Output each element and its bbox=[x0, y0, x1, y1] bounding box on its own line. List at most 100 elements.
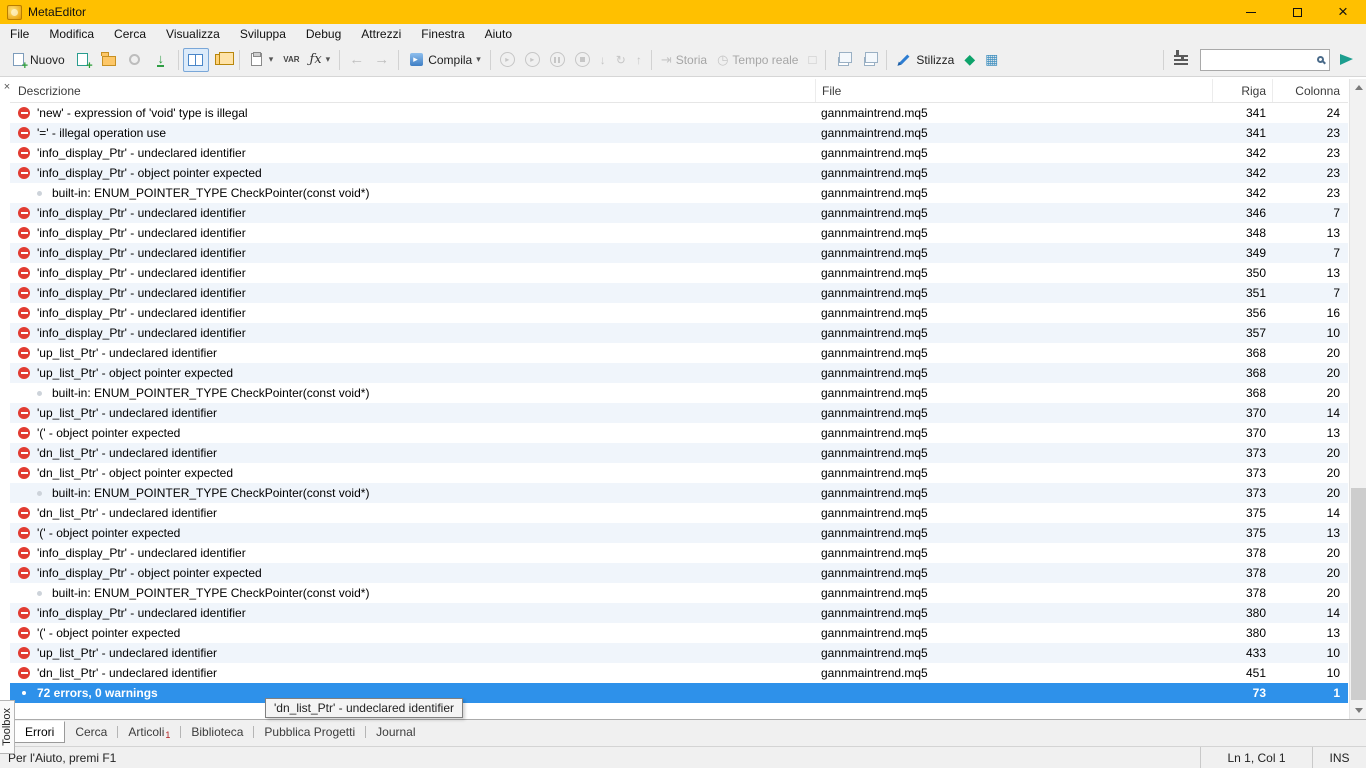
history-button[interactable]: ⇥ Storia bbox=[656, 48, 712, 72]
calculator-button[interactable]: ▦ bbox=[980, 48, 1003, 72]
minimize-button[interactable] bbox=[1228, 0, 1274, 24]
error-row[interactable]: 'info_display_Ptr' - undeclared identifi… bbox=[10, 143, 1348, 163]
error-row[interactable]: 'info_display_Ptr' - object pointer expe… bbox=[10, 563, 1348, 583]
menu-item-modifica[interactable]: Modifica bbox=[39, 24, 104, 43]
copy-chart-button[interactable] bbox=[830, 48, 856, 72]
error-row[interactable]: 'dn_list_Ptr' - undeclared identifier ga… bbox=[10, 443, 1348, 463]
settings-button[interactable] bbox=[1168, 48, 1194, 72]
mql5-community-button[interactable]: ◆ bbox=[959, 48, 980, 72]
error-row[interactable]: 'dn_list_Ptr' - object pointer expected … bbox=[10, 463, 1348, 483]
tab-cerca[interactable]: Cerca bbox=[65, 722, 117, 742]
error-table-body: 'new' - expression of 'void' type is ill… bbox=[10, 103, 1348, 703]
debug-pause-button[interactable] bbox=[545, 48, 570, 72]
menu-item-finestra[interactable]: Finestra bbox=[411, 24, 474, 43]
new-window-button[interactable] bbox=[70, 48, 96, 72]
error-row[interactable]: built-in: ENUM_POINTER_TYPE CheckPointer… bbox=[10, 383, 1348, 403]
error-row[interactable]: 'dn_list_Ptr' - undeclared identifier ga… bbox=[10, 663, 1348, 683]
error-row[interactable]: 'up_list_Ptr' - undeclared identifier ga… bbox=[10, 643, 1348, 663]
search-input[interactable] bbox=[1206, 52, 1317, 67]
error-row[interactable]: built-in: ENUM_POINTER_TYPE CheckPointer… bbox=[10, 483, 1348, 503]
error-row[interactable]: 'up_list_Ptr' - undeclared identifier ga… bbox=[10, 403, 1348, 423]
menu-item-debug[interactable]: Debug bbox=[296, 24, 351, 43]
step-into-button[interactable]: ↓ bbox=[595, 48, 611, 72]
menu-item-attrezzi[interactable]: Attrezzi bbox=[351, 24, 411, 43]
snippets-button[interactable]: ▾ bbox=[244, 48, 279, 72]
error-row[interactable]: 72 errors, 0 warnings 73 1 bbox=[10, 683, 1348, 703]
tab-articoli[interactable]: Articoli 1 bbox=[118, 722, 180, 742]
row-file: gannmaintrend.mq5 bbox=[821, 366, 928, 380]
insert-function-button[interactable]: ƒx ▾ bbox=[305, 48, 336, 72]
copy-code-button[interactable] bbox=[856, 48, 882, 72]
tile-windows-button[interactable] bbox=[209, 48, 235, 72]
step-over-button[interactable]: ↻ bbox=[611, 48, 631, 72]
vertical-scrollbar[interactable] bbox=[1349, 79, 1366, 719]
tab-biblioteca[interactable]: Biblioteca bbox=[181, 722, 253, 742]
maximize-button[interactable] bbox=[1274, 0, 1320, 24]
error-row[interactable]: 'info_display_Ptr' - undeclared identifi… bbox=[10, 603, 1348, 623]
error-row[interactable]: 'new' - expression of 'void' type is ill… bbox=[10, 103, 1348, 123]
error-row[interactable]: 'info_display_Ptr' - undeclared identifi… bbox=[10, 203, 1348, 223]
error-row[interactable]: built-in: ENUM_POINTER_TYPE CheckPointer… bbox=[10, 183, 1348, 203]
column-header-description[interactable]: Descrizione bbox=[10, 79, 815, 102]
row-line: 373 bbox=[1245, 446, 1266, 460]
error-row[interactable]: 'info_display_Ptr' - undeclared identifi… bbox=[10, 263, 1348, 283]
tab-journal[interactable]: Journal bbox=[366, 722, 425, 742]
column-header-line[interactable]: Riga bbox=[1212, 79, 1272, 102]
error-row[interactable]: '(' - object pointer expected gannmaintr… bbox=[10, 423, 1348, 443]
error-row[interactable]: 'info_display_Ptr' - undeclared identifi… bbox=[10, 323, 1348, 343]
download-button[interactable]: ↓ bbox=[148, 48, 174, 72]
error-row[interactable]: 'info_display_Ptr' - undeclared identifi… bbox=[10, 543, 1348, 563]
menu-item-visualizza[interactable]: Visualizza bbox=[156, 24, 230, 43]
error-row[interactable]: '=' - illegal operation use gannmaintren… bbox=[10, 123, 1348, 143]
tab-errori[interactable]: Errori bbox=[14, 720, 66, 743]
menu-item-aiuto[interactable]: Aiuto bbox=[475, 24, 522, 43]
row-line: 368 bbox=[1245, 366, 1266, 380]
error-row[interactable]: 'info_display_Ptr' - object pointer expe… bbox=[10, 163, 1348, 183]
error-row[interactable]: 'info_display_Ptr' - undeclared identifi… bbox=[10, 283, 1348, 303]
scrollbar-thumb[interactable] bbox=[1351, 488, 1366, 700]
error-row[interactable]: 'info_display_Ptr' - undeclared identifi… bbox=[10, 223, 1348, 243]
error-row[interactable]: '(' - object pointer expected gannmaintr… bbox=[10, 623, 1348, 643]
row-line: 356 bbox=[1245, 306, 1266, 320]
row-icon bbox=[18, 447, 30, 459]
menu-item-cerca[interactable]: Cerca bbox=[104, 24, 156, 43]
error-row[interactable]: 'info_display_Ptr' - undeclared identifi… bbox=[10, 303, 1348, 323]
open-file-button[interactable] bbox=[96, 48, 122, 72]
error-row[interactable]: 'info_display_Ptr' - undeclared identifi… bbox=[10, 243, 1348, 263]
debug-stop-button[interactable] bbox=[570, 48, 595, 72]
stop-frame-button[interactable]: □ bbox=[803, 48, 821, 72]
compile-button[interactable]: Compila ▾ bbox=[403, 48, 486, 72]
tab-pubblica-progetti[interactable]: Pubblica Progetti bbox=[254, 722, 365, 742]
error-row[interactable]: built-in: ENUM_POINTER_TYPE CheckPointer… bbox=[10, 583, 1348, 603]
navigate-back-button[interactable]: ← bbox=[344, 48, 369, 72]
compile-label: Compila bbox=[428, 52, 473, 67]
column-header-file[interactable]: File bbox=[815, 79, 1212, 102]
debug-start-button[interactable]: ▸ bbox=[495, 48, 520, 72]
close-button[interactable] bbox=[1320, 0, 1366, 24]
insert-variable-button[interactable]: VAR bbox=[278, 48, 304, 72]
recent-files-button[interactable] bbox=[122, 48, 148, 72]
scroll-up-button[interactable] bbox=[1350, 79, 1366, 96]
row-icon bbox=[37, 590, 42, 596]
row-icon bbox=[18, 367, 30, 379]
menu-item-sviluppa[interactable]: Sviluppa bbox=[230, 24, 296, 43]
column-header-column[interactable]: Colonna bbox=[1272, 79, 1348, 102]
error-row[interactable]: 'up_list_Ptr' - undeclared identifier ga… bbox=[10, 343, 1348, 363]
step-out-button[interactable]: ↑ bbox=[631, 48, 647, 72]
split-view-button[interactable] bbox=[182, 47, 209, 72]
toolbox-vertical-tab[interactable]: Toolbox bbox=[0, 700, 15, 754]
error-row[interactable]: 'up_list_Ptr' - object pointer expected … bbox=[10, 363, 1348, 383]
menu-item-file[interactable]: File bbox=[0, 24, 39, 43]
navigate-forward-button[interactable]: → bbox=[369, 48, 394, 72]
error-row[interactable]: '(' - object pointer expected gannmaintr… bbox=[10, 523, 1348, 543]
row-description: built-in: ENUM_POINTER_TYPE CheckPointer… bbox=[52, 386, 370, 400]
realtime-button[interactable]: ◷ Tempo reale bbox=[712, 48, 803, 72]
row-description: 'info_display_Ptr' - undeclared identifi… bbox=[37, 226, 246, 240]
debug-resume-button[interactable]: ▸ bbox=[520, 48, 545, 72]
scroll-down-button[interactable] bbox=[1350, 702, 1366, 719]
stylize-button[interactable]: Stilizza bbox=[891, 48, 959, 72]
new-file-button[interactable]: Nuovo bbox=[5, 48, 70, 72]
telegram-channel-icon[interactable] bbox=[1340, 54, 1353, 65]
row-description: 'info_display_Ptr' - undeclared identifi… bbox=[37, 146, 246, 160]
error-row[interactable]: 'dn_list_Ptr' - undeclared identifier ga… bbox=[10, 503, 1348, 523]
